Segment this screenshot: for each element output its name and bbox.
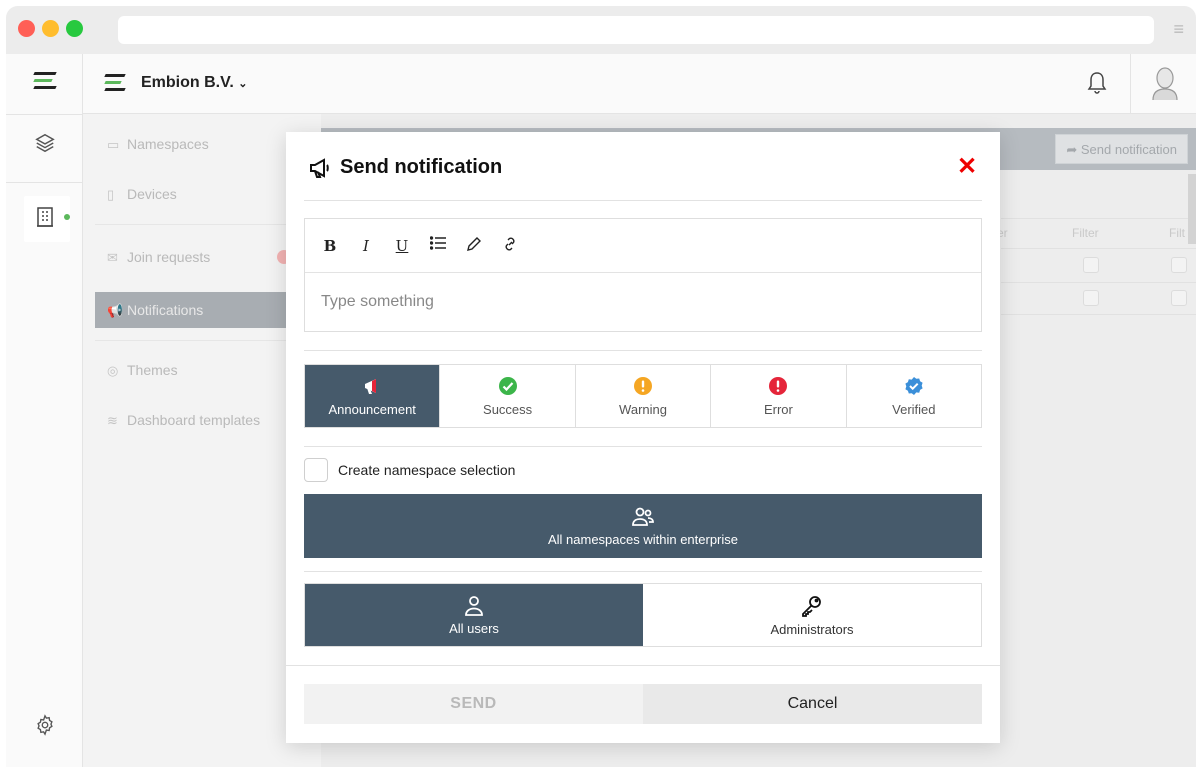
- type-verified[interactable]: Verified: [847, 365, 981, 427]
- namespace-scope-label: All namespaces within enterprise: [547, 531, 739, 547]
- type-error[interactable]: Error: [711, 365, 847, 427]
- users-group-icon: [632, 507, 654, 526]
- device-icon: ▯: [107, 187, 115, 202]
- sidebar-item-label: Devices: [127, 186, 177, 202]
- minimize-window-button[interactable]: [42, 20, 59, 37]
- type-success[interactable]: Success: [440, 365, 576, 427]
- pen-icon[interactable]: [465, 236, 483, 256]
- scrollbar[interactable]: [1188, 174, 1196, 244]
- italic-button[interactable]: I: [357, 236, 375, 256]
- divider: [304, 446, 982, 447]
- notification-type-selector: Announcement Success Warning Error Verif…: [304, 364, 982, 428]
- sidebar-item-label: Join requests: [127, 249, 211, 265]
- chevron-down-icon: ⌄: [238, 78, 248, 90]
- modal-footer: SEND Cancel: [286, 665, 1000, 743]
- audience-selector: All users Administrators: [304, 583, 982, 647]
- cancel-button[interactable]: Cancel: [643, 684, 982, 724]
- audience-label: Administrators: [770, 621, 854, 637]
- palette-icon: ◎: [107, 363, 119, 378]
- link-icon[interactable]: [501, 236, 519, 256]
- user-menu[interactable]: [1130, 54, 1196, 114]
- type-announcement[interactable]: Announcement: [305, 365, 441, 427]
- megaphone-icon: [310, 157, 329, 178]
- sidebar-item-label: Notifications: [127, 302, 204, 318]
- avatar: [1151, 66, 1179, 101]
- table-checkbox[interactable]: [1083, 290, 1099, 306]
- top-bar: Embion B.V. ⌄: [83, 54, 1196, 114]
- layers-icon[interactable]: [32, 132, 58, 158]
- message-input[interactable]: [305, 273, 981, 331]
- table-checkbox[interactable]: [1171, 257, 1187, 273]
- close-window-button[interactable]: [18, 20, 35, 37]
- modal-title: Send notification: [308, 156, 502, 179]
- divider: [304, 350, 982, 351]
- sidebar-item-label: Dashboard templates: [127, 412, 261, 428]
- company-logo-icon: [104, 74, 126, 95]
- audience-all-users[interactable]: All users: [305, 584, 643, 646]
- company-switcher[interactable]: Embion B.V. ⌄: [141, 74, 247, 92]
- company-name: Embion B.V.: [141, 74, 234, 91]
- user-icon: [465, 595, 483, 616]
- rail-divider: [6, 182, 83, 183]
- sidebar-item-label: Themes: [127, 362, 178, 378]
- rich-text-editor: B I U: [304, 218, 982, 332]
- send-notification-button[interactable]: ➦ Send notification: [1055, 134, 1188, 164]
- send-notification-modal: Send notification ✕ B I U Announcement: [286, 132, 1000, 743]
- sidebar-item-label: Namespaces: [127, 136, 209, 152]
- error-icon: [769, 376, 788, 395]
- warning-icon: [634, 376, 653, 395]
- modal-title-text: Send notification: [340, 156, 503, 178]
- type-label: Warning: [619, 401, 667, 417]
- verified-badge-icon: [905, 376, 923, 395]
- rail-divider: [6, 114, 83, 115]
- building-icon[interactable]: [32, 206, 58, 232]
- all-namespaces-option[interactable]: All namespaces within enterprise: [304, 494, 982, 558]
- audience-label: All users: [449, 620, 499, 636]
- key-icon: [802, 595, 821, 617]
- namespace-selection-label: Create namespace selection: [338, 462, 516, 478]
- maximize-window-button[interactable]: [66, 20, 83, 37]
- megaphone-icon: ➦: [1066, 142, 1078, 157]
- namespace-selection-checkbox[interactable]: [304, 458, 328, 482]
- divider: [304, 200, 982, 201]
- notifications-table: er Filter Filt: [997, 174, 1196, 334]
- underline-button[interactable]: U: [393, 236, 411, 256]
- logo-icon: [33, 72, 57, 93]
- audience-administrators[interactable]: Administrators: [643, 584, 981, 646]
- browser-toolbar: ≡: [6, 6, 1196, 54]
- close-icon[interactable]: ✕: [956, 155, 978, 179]
- table-divider: [1001, 282, 1196, 283]
- folder-icon: ▭: [107, 137, 120, 152]
- table-divider: [1001, 314, 1196, 315]
- megaphone-icon: [365, 378, 377, 394]
- settings-gear-icon[interactable]: [34, 714, 56, 736]
- bell-icon[interactable]: [1086, 70, 1108, 98]
- bullet-list-icon[interactable]: [429, 235, 447, 256]
- layers-icon: ≋: [107, 413, 118, 428]
- bold-button[interactable]: B: [321, 236, 339, 256]
- mail-icon: ✉: [107, 250, 118, 265]
- divider: [304, 571, 982, 572]
- type-label: Success: [483, 401, 533, 417]
- table-divider: [1001, 248, 1196, 249]
- send-button[interactable]: SEND: [304, 684, 643, 724]
- hamburger-menu-icon[interactable]: ≡: [1173, 20, 1184, 38]
- status-dot: [64, 214, 70, 220]
- editor-toolbar: B I U: [305, 219, 981, 273]
- filter-label: Filter: [1072, 226, 1099, 240]
- table-divider: [1001, 218, 1196, 219]
- type-label: Announcement: [328, 401, 416, 417]
- icon-rail: [6, 54, 83, 767]
- type-warning[interactable]: Warning: [576, 365, 712, 427]
- megaphone-icon: 📢: [107, 303, 124, 318]
- address-bar[interactable]: [118, 16, 1154, 44]
- check-circle-icon: [498, 376, 517, 395]
- filter-label: Filt: [1169, 226, 1185, 240]
- type-label: Error: [763, 401, 793, 417]
- send-notification-label: Send notification: [1080, 142, 1177, 157]
- table-checkbox[interactable]: [1083, 257, 1099, 273]
- table-checkbox[interactable]: [1171, 290, 1187, 306]
- type-label: Verified: [892, 401, 936, 417]
- namespace-selection-option: Create namespace selection: [304, 458, 515, 482]
